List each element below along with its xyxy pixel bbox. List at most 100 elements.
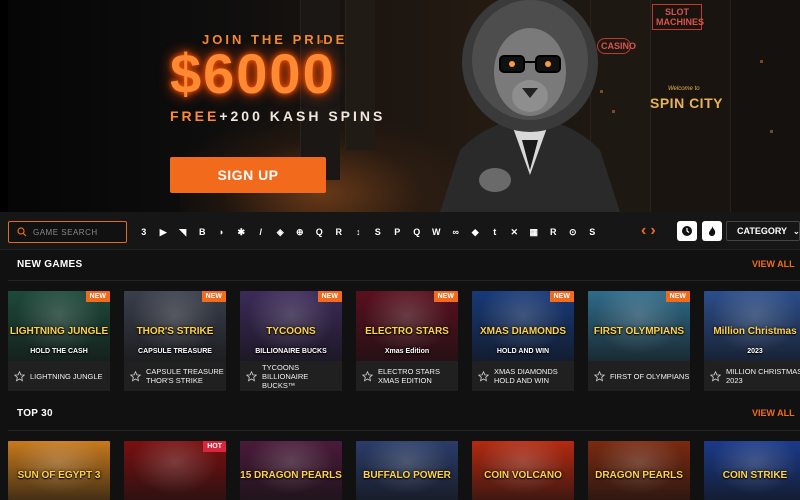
provider-logo-icon[interactable]: ⊕: [290, 225, 310, 239]
game-card[interactable]: BUFFALO POWER: [356, 441, 458, 500]
provider-logo-icon[interactable]: ✕: [505, 225, 525, 239]
provider-logo-icon[interactable]: ⊙: [563, 225, 583, 239]
new-badge: NEW: [317, 291, 342, 302]
game-card[interactable]: Million Christmas 2023 MILLION CHRISTMAS 2…: [704, 291, 800, 391]
provider-logo-icon[interactable]: ▶: [154, 225, 174, 239]
game-thumbnail[interactable]: XMAS DIAMONDS HOLD AND WIN NEW: [472, 291, 574, 361]
game-thumbnail[interactable]: SUN OF EGYPT 3: [8, 441, 110, 500]
provider-logo-icon[interactable]: S: [583, 225, 603, 239]
building: [345, 0, 375, 150]
game-card-footer: TYCOONS BILLIONAIRE BUCKS™: [240, 361, 342, 391]
provider-logo-icon[interactable]: /: [251, 225, 271, 239]
game-name: FIRST OF OLYMPIANS: [610, 371, 690, 381]
building: [730, 0, 800, 212]
game-card-footer: FIRST OF OLYMPIANS: [588, 361, 690, 391]
favorite-star-icon[interactable]: [130, 370, 141, 382]
game-card[interactable]: 15 DRAGON PEARLS: [240, 441, 342, 500]
game-card[interactable]: ELECTRO STARS Xmas Edition NEW ELECTRO STAR…: [356, 291, 458, 391]
provider-logo-glyph: ◗: [219, 227, 225, 237]
game-logo-text: Million Christmas: [713, 326, 797, 337]
game-card[interactable]: XMAS DIAMONDS HOLD AND WIN NEW XMAS DIAMOND…: [472, 291, 574, 391]
game-thumbnail[interactable]: HOT: [124, 441, 226, 500]
game-thumbnail[interactable]: 15 DRAGON PEARLS: [240, 441, 342, 500]
game-search-box[interactable]: [8, 221, 127, 243]
provider-logo-icon[interactable]: R: [544, 225, 564, 239]
provider-logo-icon[interactable]: R: [329, 225, 349, 239]
provider-filter-list: 3 ▶ ◥ B ◗ ✱ / ◈ ⊕ Q R ↕ S P Q W ∞ ◆ t ✕ ▦ R ⊙ S: [134, 225, 602, 239]
view-all-top-30[interactable]: VIEW ALL: [752, 408, 795, 418]
game-logo-subtext: CAPSULE TREASURE: [138, 348, 212, 355]
new-badge: NEW: [665, 291, 690, 302]
chevron-left-icon[interactable]: ‹: [641, 223, 646, 239]
provider-logo-icon[interactable]: P: [388, 225, 408, 239]
section-divider: [8, 430, 800, 431]
provider-logo-icon[interactable]: Q: [407, 225, 427, 239]
game-name: LIGHTNING JUNGLE: [30, 371, 103, 381]
game-thumbnail[interactable]: BUFFALO POWER: [356, 441, 458, 500]
provider-logo-icon[interactable]: S: [368, 225, 388, 239]
favorite-star-icon[interactable]: [14, 370, 25, 382]
provider-logo-icon[interactable]: ◆: [466, 225, 486, 239]
provider-logo-icon[interactable]: ∞: [446, 225, 466, 239]
game-card[interactable]: COIN VOLCANO: [472, 441, 574, 500]
hot-games-button[interactable]: [702, 221, 722, 241]
game-card[interactable]: SUN OF EGYPT 3: [8, 441, 110, 500]
provider-logo-icon[interactable]: ▦: [524, 225, 544, 239]
game-thumbnail[interactable]: FIRST OLYMPIANS NEW: [588, 291, 690, 361]
game-card[interactable]: LIGHTNING JUNGLE HOLD THE CASH NEW LIGHTNIN…: [8, 291, 110, 391]
game-card[interactable]: DRAGON PEARLS: [588, 441, 690, 500]
game-card[interactable]: HOT: [124, 441, 226, 500]
provider-logo-glyph: W: [432, 227, 441, 237]
signup-button[interactable]: SIGN UP: [170, 157, 326, 193]
lion-mascot-image: [440, 0, 620, 212]
game-thumbnail[interactable]: Million Christmas 2023: [704, 291, 800, 361]
favorite-star-icon[interactable]: [362, 370, 373, 382]
provider-logo-glyph: ✱: [237, 226, 246, 237]
game-card[interactable]: COIN STRIKE: [704, 441, 800, 500]
top-30-row: SUN OF EGYPT 3 HOT 15 DRAGON PEARLS BUFFALO…: [8, 441, 800, 500]
game-card[interactable]: FIRST OLYMPIANS NEW FIRST OF OLYMPIANS: [588, 291, 690, 391]
provider-logo-glyph: ✕: [510, 226, 519, 237]
view-all-new-games[interactable]: VIEW ALL: [752, 259, 795, 269]
category-dropdown[interactable]: CATEGORY ⌄: [726, 221, 800, 241]
recent-games-button[interactable]: [677, 221, 697, 241]
game-card[interactable]: THOR'S STRIKE CAPSULE TREASURE NEW CAPSULE …: [124, 291, 226, 391]
provider-logo-icon[interactable]: ◥: [173, 225, 193, 239]
provider-logo-icon[interactable]: B: [193, 225, 213, 239]
favorite-star-icon[interactable]: [478, 370, 489, 382]
provider-logo-glyph: ▶: [159, 226, 167, 237]
game-card-footer: ELECTRO STARS XMAS EDITION: [356, 361, 458, 391]
provider-logo-glyph: ◆: [471, 226, 479, 237]
favorite-star-icon[interactable]: [594, 370, 605, 382]
game-logo-text: BUFFALO POWER: [363, 470, 451, 481]
game-logo-text: COIN STRIKE: [722, 470, 788, 481]
chevron-right-icon[interactable]: ›: [650, 223, 655, 239]
game-thumbnail[interactable]: THOR'S STRIKE CAPSULE TREASURE NEW: [124, 291, 226, 361]
game-search-input[interactable]: [33, 227, 123, 237]
section-divider: [8, 280, 800, 281]
provider-logo-icon[interactable]: ✱: [232, 225, 252, 239]
game-thumbnail[interactable]: COIN STRIKE: [704, 441, 800, 500]
game-thumbnail[interactable]: ELECTRO STARS Xmas Edition NEW: [356, 291, 458, 361]
game-thumbnail[interactable]: TYCOONS BILLIONAIRE BUCKS NEW: [240, 291, 342, 361]
provider-logo-icon[interactable]: Q: [310, 225, 330, 239]
favorite-star-icon[interactable]: [710, 370, 721, 382]
provider-logo-icon[interactable]: ↕: [349, 225, 369, 239]
game-thumbnail[interactable]: COIN VOLCANO: [472, 441, 574, 500]
game-card-footer: LIGHTNING JUNGLE: [8, 361, 110, 391]
game-logo-text: COIN VOLCANO: [484, 470, 562, 481]
hero-banner: CASINO SLOT MACHINES Welcome to SPIN CIT…: [0, 0, 800, 212]
provider-logo-icon[interactable]: ◗: [212, 225, 232, 239]
game-thumbnail[interactable]: LIGHTNING JUNGLE HOLD THE CASH NEW: [8, 291, 110, 361]
game-logo-text: DRAGON PEARLS: [595, 470, 683, 481]
favorite-star-icon[interactable]: [246, 370, 257, 382]
provider-logo-icon[interactable]: 3: [134, 225, 154, 239]
new-badge: NEW: [201, 291, 226, 302]
game-card[interactable]: TYCOONS BILLIONAIRE BUCKS NEW TYCOONS BILLI…: [240, 291, 342, 391]
provider-logo-glyph: ⊙: [568, 226, 577, 237]
provider-logo-icon[interactable]: ◈: [271, 225, 291, 239]
provider-logo-icon[interactable]: W: [427, 225, 447, 239]
provider-logo-glyph: t: [493, 227, 497, 237]
provider-logo-icon[interactable]: t: [485, 225, 505, 239]
game-thumbnail[interactable]: DRAGON PEARLS: [588, 441, 690, 500]
